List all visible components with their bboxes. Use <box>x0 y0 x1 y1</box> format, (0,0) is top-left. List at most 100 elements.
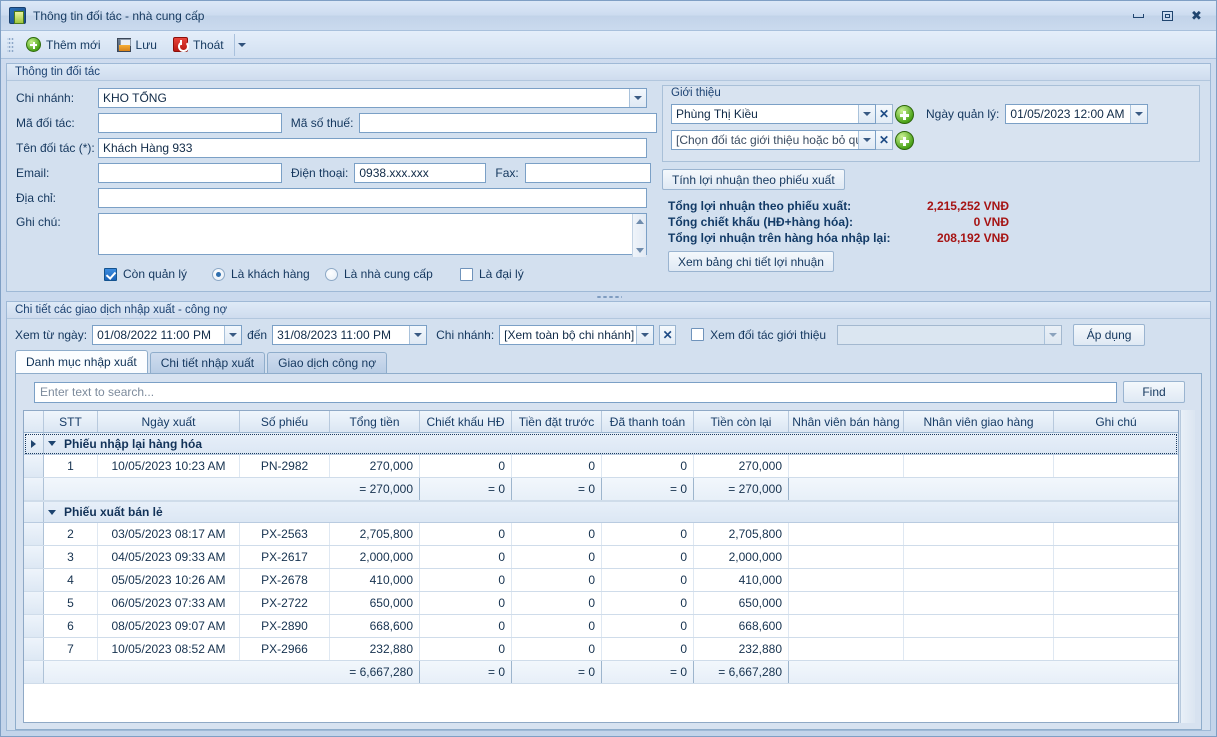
note-label: Ghi chú: <box>16 215 61 229</box>
show-referral-checkbox[interactable]: Xem đối tác giới thiệu <box>691 328 826 342</box>
transactions-title: Chi tiết các giao dịch nhập xuất - công … <box>7 302 1210 319</box>
phone-input[interactable] <box>354 163 487 183</box>
tab-chi-tiet-nhap-xuat[interactable]: Chi tiết nhập xuất <box>149 352 266 373</box>
date-from-dropdown-button[interactable] <box>224 325 242 344</box>
email-input[interactable] <box>98 163 282 183</box>
summary-blank <box>789 661 904 683</box>
summary-blank <box>1054 478 1178 500</box>
toolbar-overflow-button[interactable] <box>233 33 250 56</box>
panel-splitter[interactable] <box>6 292 1211 301</box>
table-row[interactable]: 6 08/05/2023 09:07 AM PX-2890 668,600 0 … <box>24 615 1178 638</box>
still-managed-checkbox[interactable]: Còn quản lý <box>104 267 212 281</box>
table-row[interactable]: 1 10/05/2023 10:23 AM PN-2982 270,000 0 … <box>24 455 1178 478</box>
filter-branch-dropdown-button[interactable] <box>636 325 654 344</box>
cell-ghi-chu <box>1054 569 1178 591</box>
save-button[interactable]: Lưu <box>109 34 165 56</box>
date-to-picker[interactable]: 31/08/2023 11:00 PM <box>272 324 428 345</box>
calc-profit-button[interactable]: Tính lợi nhuận theo phiếu xuất <box>662 169 845 190</box>
address-input[interactable] <box>98 188 647 208</box>
minimize-button[interactable] <box>1125 6 1152 26</box>
referral-partner-combo[interactable]: [Chọn đối tác giới thiệu hoặc bỏ qua] <box>671 130 876 150</box>
scroll-up-button[interactable] <box>633 214 646 228</box>
referral-filter-combo[interactable] <box>837 324 1063 345</box>
toolbar-grip[interactable] <box>7 35 14 54</box>
view-profit-detail-button[interactable]: Xem bảng chi tiết lợi nhuận <box>668 251 834 272</box>
group-expander[interactable] <box>44 441 60 446</box>
apply-filter-button[interactable]: Áp dụng <box>1073 323 1146 346</box>
column-header-da-thanh-toan[interactable]: Đã thanh toán <box>602 411 694 432</box>
row-indicator <box>24 433 44 454</box>
note-scrollbar[interactable] <box>632 214 646 257</box>
fax-input[interactable] <box>524 163 651 183</box>
table-row[interactable]: 3 04/05/2023 09:33 AM PX-2617 2,000,000 … <box>24 546 1178 569</box>
summary-blank <box>98 478 240 500</box>
group-row[interactable]: Phiếu nhập lại hàng hóa <box>24 433 1178 455</box>
column-header-ngay-xuat[interactable]: Ngày xuất <box>98 411 240 432</box>
is-customer-radio[interactable]: Là khách hàng <box>212 267 325 281</box>
tab-danh-muc-nhap-xuat[interactable]: Danh mục nhập xuất <box>15 350 148 373</box>
summary-tien-con-lai: = 270,000 <box>694 478 789 500</box>
group-expander[interactable] <box>44 509 60 515</box>
referrer-clear-button[interactable]: ✕ <box>876 104 893 124</box>
column-header-ghi-chu[interactable]: Ghi chú <box>1054 411 1178 432</box>
referrer-combo[interactable]: Phùng Thị Kiều <box>671 104 876 124</box>
referral-partner-add-icon[interactable] <box>895 130 914 150</box>
referral-filter-dropdown-button[interactable] <box>1044 325 1062 344</box>
cell-nv-giao-hang <box>904 569 1054 591</box>
branch-dropdown-button[interactable] <box>629 89 646 107</box>
cell-chiet-khau-hd: 0 <box>420 569 512 591</box>
column-header-tien-dat-truoc[interactable]: Tiền đặt trước <box>512 411 602 432</box>
exit-button[interactable]: Thoát <box>165 34 232 56</box>
partner-name-input[interactable] <box>98 138 647 158</box>
table-row[interactable]: 2 03/05/2023 08:17 AM PX-2563 2,705,800 … <box>24 523 1178 546</box>
referrer-add-icon[interactable] <box>895 104 914 124</box>
manage-date-dropdown-button[interactable] <box>1130 105 1148 123</box>
filter-branch-clear-button[interactable]: ✕ <box>659 324 677 345</box>
close-button[interactable]: ✖ <box>1183 6 1210 26</box>
maximize-button[interactable] <box>1154 6 1181 26</box>
summary-blank <box>904 478 1054 500</box>
table-row[interactable]: 5 06/05/2023 07:33 AM PX-2722 650,000 0 … <box>24 592 1178 615</box>
column-header-stt[interactable]: STT <box>44 411 98 432</box>
column-header-tong-tien[interactable]: Tổng tiền <box>330 411 420 432</box>
cell-ngay-xuat: 06/05/2023 07:33 AM <box>98 592 240 614</box>
tax-code-input[interactable] <box>359 113 657 133</box>
summary-tien-con-lai: = 6,667,280 <box>694 661 789 683</box>
calc-profit-row: Tính lợi nhuận theo phiếu xuất <box>662 169 1200 190</box>
filter-branch-combo[interactable]: [Xem toàn bộ chi nhánh] <box>499 324 655 345</box>
partner-code-input[interactable] <box>98 113 282 133</box>
column-header-so-phieu[interactable]: Số phiếu <box>240 411 330 432</box>
column-header-chiet-khau-hd[interactable]: Chiết khấu HĐ <box>420 411 512 432</box>
grid-vertical-scrollbar[interactable] <box>1180 410 1195 723</box>
referrer-dropdown-button[interactable] <box>858 105 875 123</box>
table-row[interactable]: 7 10/05/2023 08:52 AM PX-2966 232,880 0 … <box>24 638 1178 661</box>
referral-partner-dropdown-button[interactable] <box>858 131 875 149</box>
tab-giao-dich-cong-no[interactable]: Giao dịch công nợ <box>267 352 388 373</box>
cell-tien-con-lai: 410,000 <box>694 569 789 591</box>
chevron-down-icon <box>634 96 642 100</box>
note-textarea[interactable] <box>98 213 647 255</box>
add-new-button[interactable]: Thêm mới <box>18 34 109 56</box>
row-indicator <box>24 502 44 522</box>
group-row[interactable]: Phiếu xuất bán lẻ <box>24 501 1178 523</box>
manage-date-picker[interactable]: 01/05/2023 12:00 AM <box>1005 104 1149 124</box>
save-label: Lưu <box>135 37 157 52</box>
column-header-nv-giao-hang[interactable]: Nhân viên giao hàng <box>904 411 1054 432</box>
scroll-down-button[interactable] <box>633 243 646 257</box>
cell-da-thanh-toan: 0 <box>602 546 694 568</box>
date-to-dropdown-button[interactable] <box>409 325 427 344</box>
find-button[interactable]: Find <box>1123 381 1185 403</box>
partner-form: Chi nhánh: KHO TỔNG Mã đối tác: Mã số th… <box>7 81 657 291</box>
branch-combo[interactable]: KHO TỔNG <box>98 88 647 108</box>
floppy-disk-icon <box>116 37 131 52</box>
is-agent-checkbox[interactable]: Là đại lý <box>460 267 524 281</box>
cell-tong-tien: 2,000,000 <box>330 546 420 568</box>
search-input[interactable]: Enter text to search... <box>34 381 1117 403</box>
column-header-tien-con-lai[interactable]: Tiền còn lại <box>694 411 789 432</box>
is-supplier-radio[interactable]: Là nhà cung cấp <box>325 267 460 281</box>
referral-partner-clear-button[interactable]: ✕ <box>876 130 893 150</box>
table-row[interactable]: 4 05/05/2023 10:26 AM PX-2678 410,000 0 … <box>24 569 1178 592</box>
date-from-picker[interactable]: 01/08/2022 11:00 PM <box>92 324 243 345</box>
is-agent-label: Là đại lý <box>479 267 524 281</box>
column-header-nv-ban-hang[interactable]: Nhân viên bán hàng <box>789 411 904 432</box>
